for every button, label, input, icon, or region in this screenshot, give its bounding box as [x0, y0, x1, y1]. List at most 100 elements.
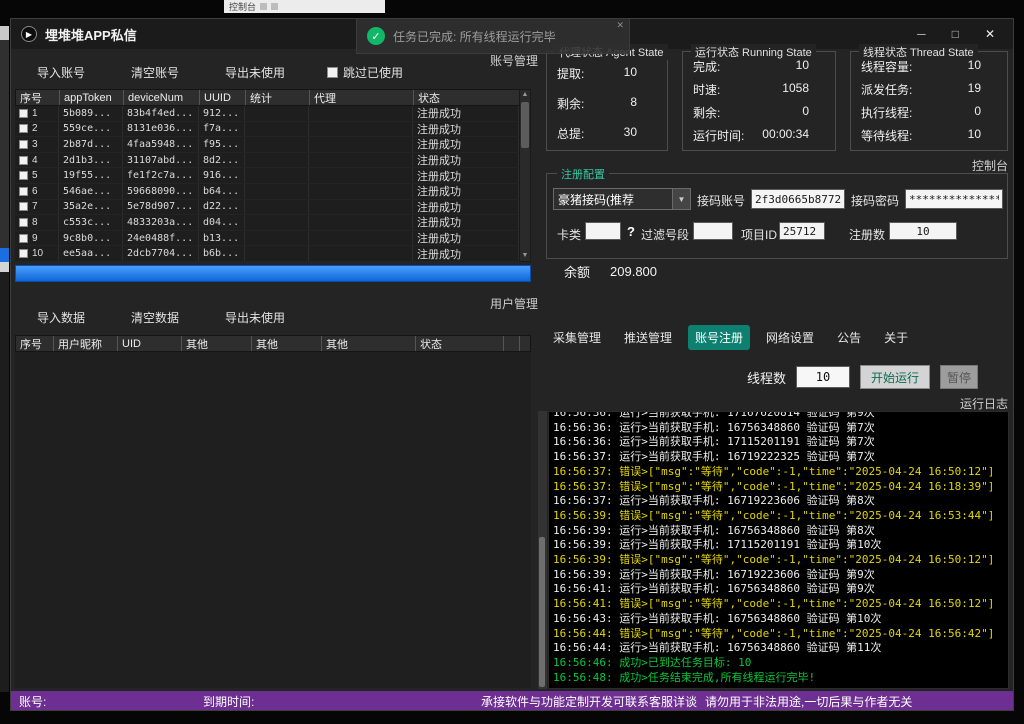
success-check-icon: ✓: [367, 27, 385, 45]
row-checkbox[interactable]: [19, 171, 28, 180]
tab-network[interactable]: 网络设置: [759, 325, 821, 350]
tab-notice[interactable]: 公告: [830, 325, 868, 350]
user-table-header: 序号用户昵称UID其他其他其他状态: [15, 335, 531, 352]
sms-password-input[interactable]: [905, 189, 1003, 209]
clear-data-button[interactable]: 清空数据: [127, 306, 183, 329]
row-checkbox[interactable]: [19, 187, 28, 196]
table-row[interactable]: 99c8b0...24e0488f...b13...注册成功: [15, 231, 531, 247]
column-header: 序号: [16, 90, 60, 105]
row-checkbox[interactable]: [19, 202, 28, 211]
scroll-up-icon[interactable]: ▲: [522, 90, 529, 100]
status-row: 总提:30: [547, 125, 667, 142]
row-checkbox[interactable]: [19, 234, 28, 243]
row-checkbox[interactable]: [19, 218, 28, 227]
log-line: 16:56:41: 运行>当前获取手机: 16756348860 验证码 第9次: [553, 582, 1008, 597]
clear-accounts-button[interactable]: 清空账号: [127, 61, 183, 84]
table-cell: 9c8b0...: [59, 231, 123, 246]
row-checkbox[interactable]: [19, 109, 28, 118]
tab-push[interactable]: 推送管理: [617, 325, 679, 350]
row-index-cell: 4: [15, 153, 59, 168]
project-id-input[interactable]: [779, 222, 825, 240]
table-row[interactable]: 519f55...fe1f2c7a...916...注册成功: [15, 168, 531, 184]
log-line: 16:56:43: 运行>当前获取手机: 16756348860 验证码 第10…: [553, 612, 1008, 627]
log-scrollbar[interactable]: [538, 411, 547, 689]
import-accounts-button[interactable]: 导入账号: [33, 61, 89, 84]
log-line: 16:56:37: 错误>["msg":"等待","code":-1,"time…: [553, 480, 1008, 495]
minimize-button[interactable]: ─: [917, 27, 926, 41]
table-row[interactable]: 735a2e...5e78d907...d22...注册成功: [15, 200, 531, 216]
log-line: 16:56:48: 成功>任务结束完成,所有线程运行完毕!: [553, 671, 1008, 686]
table-cell: 注册成功: [413, 122, 519, 137]
account-table-scrollbar[interactable]: ▲ ▼: [519, 89, 531, 262]
log-line: 16:56:36: 运行>当前获取手机: 16756348860 验证码 第7次: [553, 421, 1008, 436]
table-cell: [245, 137, 309, 152]
table-row[interactable]: 2559ce...8131e036...f7a...注册成功: [15, 122, 531, 138]
export-unused-data-button[interactable]: 导出未使用: [221, 306, 289, 329]
row-index-cell: 5: [15, 168, 59, 183]
table-row[interactable]: 6546ae...59668090...b64...注册成功: [15, 184, 531, 200]
status-value: 00:00:34: [762, 127, 809, 144]
sms-provider-value: 豪猪接码(推荐: [554, 189, 672, 209]
table-cell: 注册成功: [413, 137, 519, 152]
table-row[interactable]: 32b87d...4faa5948...f95...注册成功: [15, 137, 531, 153]
row-checkbox[interactable]: [19, 156, 28, 165]
tab-collect[interactable]: 采集管理: [546, 325, 608, 350]
row-checkbox[interactable]: [19, 124, 28, 133]
row-index-cell: 3: [15, 137, 59, 152]
row-checkbox[interactable]: [19, 249, 28, 258]
tab-register[interactable]: 账号注册: [688, 325, 750, 350]
background-edge-fragment: [0, 248, 9, 262]
export-unused-accounts-button[interactable]: 导出未使用: [221, 61, 289, 84]
log-line: 16:56:39: 运行>当前获取手机: 16756348860 验证码 第8次: [553, 524, 1008, 539]
column-header: 其他: [322, 336, 416, 351]
table-row[interactable]: 10ee5aa...2dcb7704...b6b...注册成功: [15, 246, 531, 262]
help-icon[interactable]: ?: [627, 224, 635, 239]
row-number: 5: [32, 170, 38, 181]
filter-segment-input[interactable]: [693, 222, 733, 240]
column-header: 状态: [414, 90, 520, 105]
log-scrollbar-thumb[interactable]: [539, 537, 545, 687]
table-cell: 注册成功: [413, 153, 519, 168]
sms-provider-dropdown[interactable]: 豪猪接码(推荐 ▼: [553, 188, 691, 210]
status-row: 剩余:8: [547, 95, 667, 112]
row-checkbox[interactable]: [19, 140, 28, 149]
sms-account-input[interactable]: [751, 189, 845, 209]
table-cell: [245, 184, 309, 199]
thread-count-input[interactable]: [796, 366, 850, 388]
toast-close-icon[interactable]: ✕: [616, 20, 624, 31]
start-run-button[interactable]: 开始运行: [860, 365, 930, 389]
table-row[interactable]: 15b089...83b4f4ed...912...注册成功: [15, 106, 531, 122]
table-cell: c553c...: [59, 215, 123, 230]
skip-used-checkbox-group[interactable]: 跳过已使用: [327, 64, 403, 81]
log-area: 16:56:36: 运行>当前获取手机: 17167620814 验证码 第9次…: [548, 411, 1009, 689]
scroll-down-icon[interactable]: ▼: [522, 251, 529, 261]
import-data-button[interactable]: 导入数据: [33, 306, 89, 329]
tab-about[interactable]: 关于: [877, 325, 915, 350]
register-config-title: 注册配置: [557, 166, 609, 182]
row-number: 3: [32, 139, 38, 150]
table-row[interactable]: 8c553c...4833203a...d04...注册成功: [15, 215, 531, 231]
app-window: ▶ 埋堆堆APP私信 ─ □ ✕ 账号管理 导入账号 清空账号 导出未使用 跳过…: [10, 18, 1014, 711]
register-count-input[interactable]: [889, 222, 957, 240]
table-cell: [245, 231, 309, 246]
status-group: 运行状态 Running State完成:10时速:1058剩余:0运行时间:0…: [682, 51, 836, 151]
account-table-header: 序号appTokendeviceNumUUID统计代理状态: [15, 89, 531, 106]
table-cell: [309, 215, 413, 230]
status-row: 运行时间:00:00:34: [683, 127, 835, 144]
table-cell: 546ae...: [59, 184, 123, 199]
row-index-cell: 1: [15, 106, 59, 121]
pause-button[interactable]: 暂停: [940, 365, 978, 389]
table-cell: [245, 200, 309, 215]
desktop: 控制台 ▶ 埋堆堆APP私信 ─ □ ✕ 账号管理 导入账号 清空账号 导出未使…: [0, 0, 1024, 724]
status-value: 0: [802, 104, 809, 121]
maximize-button[interactable]: □: [952, 27, 959, 41]
table-row[interactable]: 42d1b3...31107abd...8d2...注册成功: [15, 153, 531, 169]
table-cell: 31107abd...: [123, 153, 199, 168]
scrollbar-thumb[interactable]: [521, 102, 529, 148]
status-group-title: 运行状态 Running State: [691, 44, 816, 60]
close-button[interactable]: ✕: [985, 27, 995, 41]
chevron-down-icon[interactable]: ▼: [672, 189, 690, 209]
log-line: 16:56:36: 运行>当前获取手机: 17167620814 验证码 第9次: [553, 411, 1008, 421]
skip-used-checkbox[interactable]: [327, 67, 338, 78]
card-type-input[interactable]: [585, 222, 621, 240]
